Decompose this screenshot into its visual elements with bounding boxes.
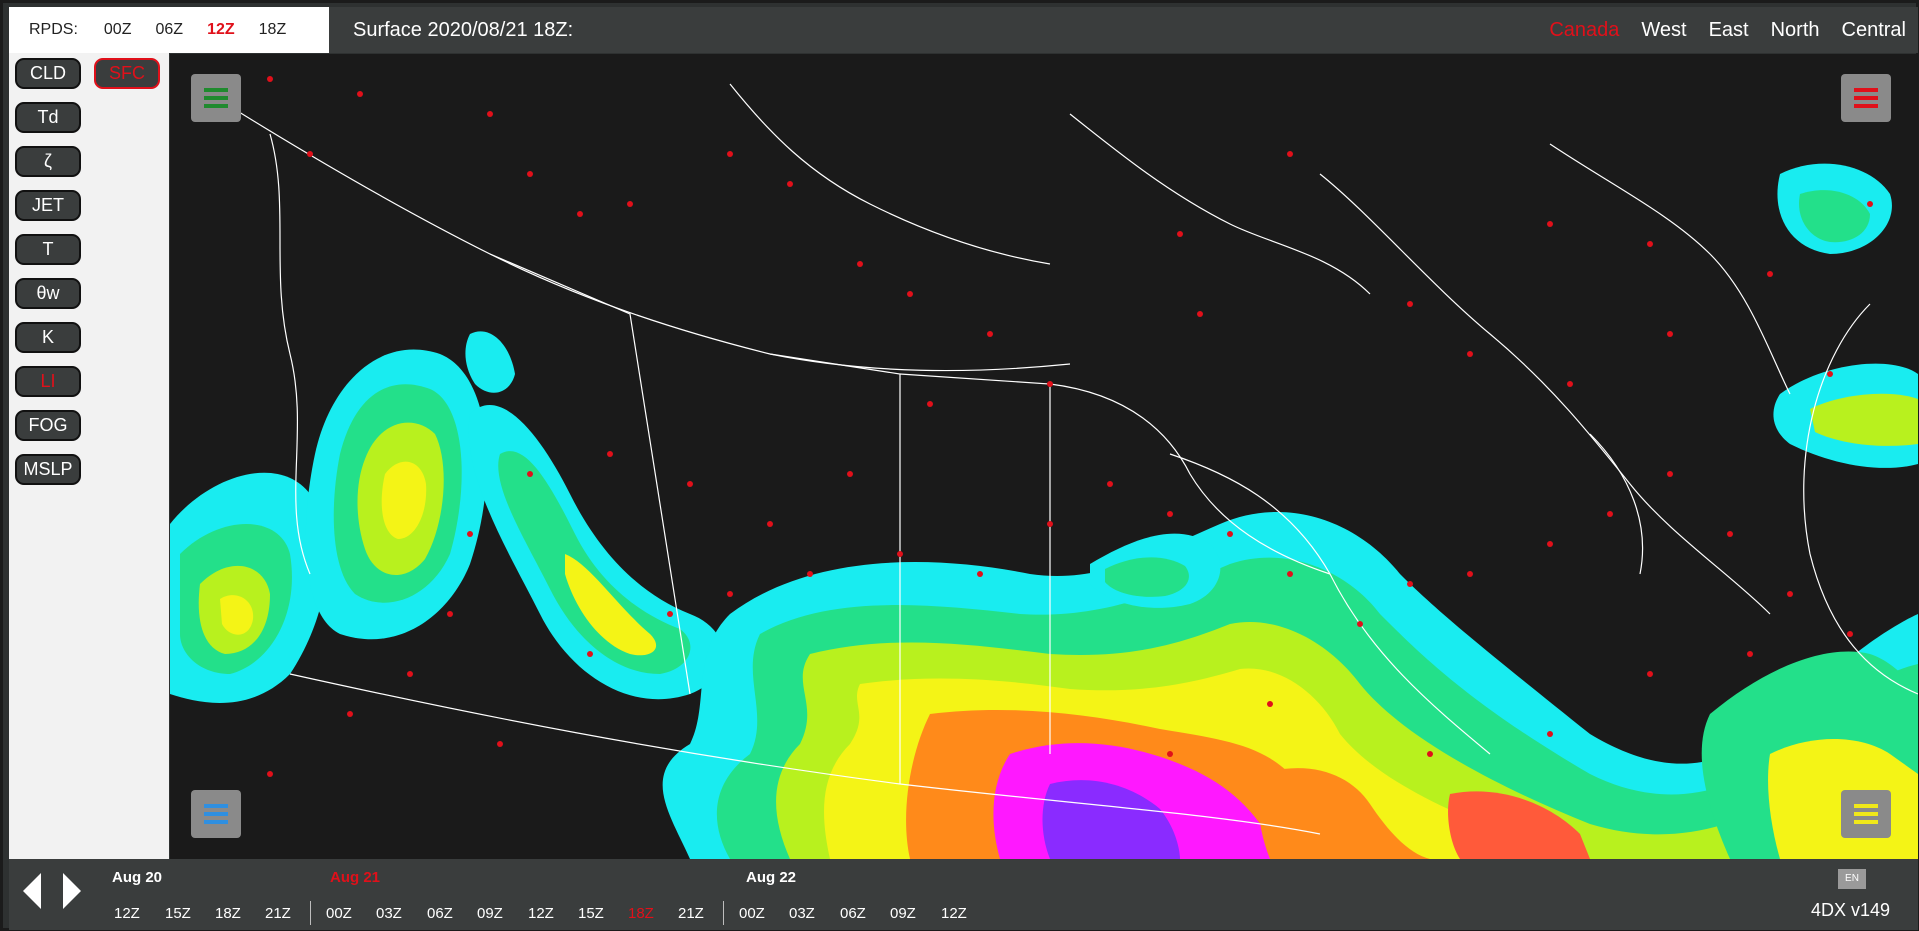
next-arrow-icon[interactable] [63, 873, 81, 909]
day-separator [723, 901, 724, 925]
app-frame: RPDS: 00Z 06Z 12Z 18Z Surface 2020/08/21… [0, 0, 1919, 931]
product-fog-button[interactable]: FOG [15, 410, 81, 441]
product-sfc-button[interactable]: SFC [94, 58, 160, 89]
version-label: 4DX v149 [1811, 900, 1891, 920]
product-mslp-button[interactable]: MSLP [15, 454, 81, 485]
header-bar: Surface 2020/08/21 18Z: Canada West East… [329, 7, 1918, 53]
timeline-bar: Aug 20 Aug 21 Aug 22 12Z 15Z 18Z 21Z 00Z… [9, 859, 1918, 930]
run-label: RPDS: [29, 21, 78, 38]
time-aug21-03z[interactable]: 03Z [376, 905, 402, 922]
region-selector: Canada West East North Central [1527, 7, 1906, 53]
time-aug21-15z[interactable]: 15Z [578, 905, 604, 922]
run-12z[interactable]: 12Z [207, 21, 235, 39]
day-aug20: Aug 20 [112, 869, 163, 886]
product-td-button[interactable]: Td [15, 102, 81, 133]
time-aug21-09z[interactable]: 09Z [477, 905, 503, 922]
product-jet-button[interactable]: JET [15, 190, 81, 221]
time-aug22-06z[interactable]: 06Z [840, 905, 866, 922]
day-aug22: Aug 22 [746, 869, 797, 886]
region-canada[interactable]: Canada [1549, 7, 1619, 53]
region-east[interactable]: East [1709, 7, 1749, 53]
time-aug20-21z[interactable]: 21Z [265, 905, 291, 922]
time-aug20-15z[interactable]: 15Z [165, 905, 191, 922]
time-aug20-18z[interactable]: 18Z [215, 905, 241, 922]
time-aug21-00z[interactable]: 00Z [326, 905, 352, 922]
time-aug21-18z[interactable]: 18Z [628, 905, 654, 922]
region-north[interactable]: North [1771, 7, 1820, 53]
bottom-right-menu-button[interactable] [1841, 790, 1891, 838]
time-aug22-09z[interactable]: 09Z [890, 905, 916, 922]
product-thetaw-button[interactable]: θw [15, 278, 81, 309]
map-canvas [170, 54, 1918, 859]
run-06z[interactable]: 06Z [155, 21, 183, 39]
region-west[interactable]: West [1641, 7, 1686, 53]
time-aug22-12z[interactable]: 12Z [941, 905, 967, 922]
product-cld-button[interactable]: CLD [15, 58, 81, 89]
day-aug21: Aug 21 [330, 869, 381, 886]
product-k-button[interactable]: K [15, 322, 81, 353]
product-t-button[interactable]: T [15, 234, 81, 265]
language-button[interactable]: EN [1838, 869, 1866, 889]
top-right-menu-button[interactable] [1841, 74, 1891, 122]
page-title: Surface 2020/08/21 18Z: [353, 19, 574, 41]
run-18z[interactable]: 18Z [259, 21, 287, 39]
time-aug22-00z[interactable]: 00Z [739, 905, 765, 922]
time-aug21-06z[interactable]: 06Z [427, 905, 453, 922]
product-li-button[interactable]: LI [15, 366, 81, 397]
top-left-menu-button[interactable] [191, 74, 241, 122]
run-00z[interactable]: 00Z [104, 21, 132, 39]
day-separator [310, 901, 311, 925]
weather-map[interactable] [170, 54, 1918, 859]
time-aug21-21z[interactable]: 21Z [678, 905, 704, 922]
region-central[interactable]: Central [1842, 7, 1906, 53]
bottom-left-menu-button[interactable] [191, 790, 241, 838]
time-aug22-03z[interactable]: 03Z [789, 905, 815, 922]
run-selector: RPDS: 00Z 06Z 12Z 18Z [9, 7, 329, 53]
previous-arrow-icon[interactable] [23, 873, 41, 909]
product-panel: CLD SFC Td ζ JET T θw K LI FOG MSLP [9, 53, 169, 859]
time-aug21-12z[interactable]: 12Z [528, 905, 554, 922]
time-aug20-12z[interactable]: 12Z [114, 905, 140, 922]
product-zeta-button[interactable]: ζ [15, 146, 81, 177]
